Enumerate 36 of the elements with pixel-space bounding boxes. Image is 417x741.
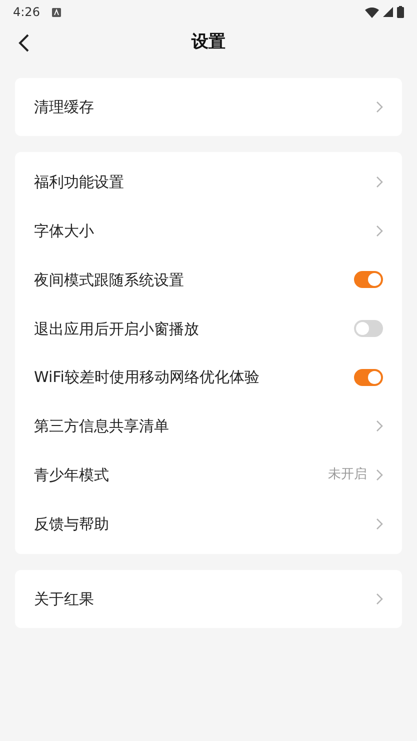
wifi-icon <box>365 6 379 18</box>
back-icon <box>18 34 29 52</box>
notification-icon <box>52 8 61 16</box>
settings-row[interactable]: 清理缓存 <box>15 78 402 136</box>
settings-row[interactable]: 第三方信息共享清单 <box>15 402 402 451</box>
setting-label: 清理缓存 <box>34 96 94 118</box>
setting-value: 未开启 <box>328 466 367 484</box>
setting-label: 字体大小 <box>34 220 94 242</box>
setting-label: 福利功能设置 <box>34 172 124 194</box>
toggle-switch[interactable] <box>354 320 383 338</box>
chevron-right-icon <box>376 518 383 530</box>
settings-row[interactable]: 字体大小 <box>15 206 402 256</box>
setting-label: 第三方信息共享清单 <box>34 416 169 438</box>
signal-icon <box>383 7 393 17</box>
battery-icon <box>397 6 404 18</box>
setting-label: 退出应用后开启小窗播放 <box>34 318 199 340</box>
toggle-switch[interactable] <box>354 271 383 288</box>
setting-label: 青少年模式 <box>34 464 109 486</box>
status-time: 4:26 <box>13 4 40 21</box>
settings-row[interactable]: 反馈与帮助 <box>15 500 402 548</box>
setting-label: WiFi较差时使用移动网络优化体验 <box>34 367 260 388</box>
back-button[interactable] <box>18 34 29 52</box>
chevron-right-icon <box>376 101 383 113</box>
settings-row[interactable]: 关于红果 <box>15 570 402 628</box>
chevron-right-icon <box>376 225 383 238</box>
page-title: 设置 <box>192 31 226 54</box>
chevron-right-icon <box>376 593 383 606</box>
setting-label: 夜间模式跟随系统设置 <box>34 270 184 291</box>
chevron-right-icon <box>376 420 383 432</box>
chevron-right-icon <box>376 469 383 482</box>
settings-row[interactable]: 福利功能设置 <box>15 158 402 207</box>
setting-label: 关于红果 <box>34 589 94 610</box>
setting-label: 反馈与帮助 <box>34 514 109 535</box>
chevron-right-icon <box>376 176 383 188</box>
toggle-switch[interactable] <box>354 369 383 386</box>
settings-row[interactable]: 青少年模式 未开启 <box>15 450 402 500</box>
